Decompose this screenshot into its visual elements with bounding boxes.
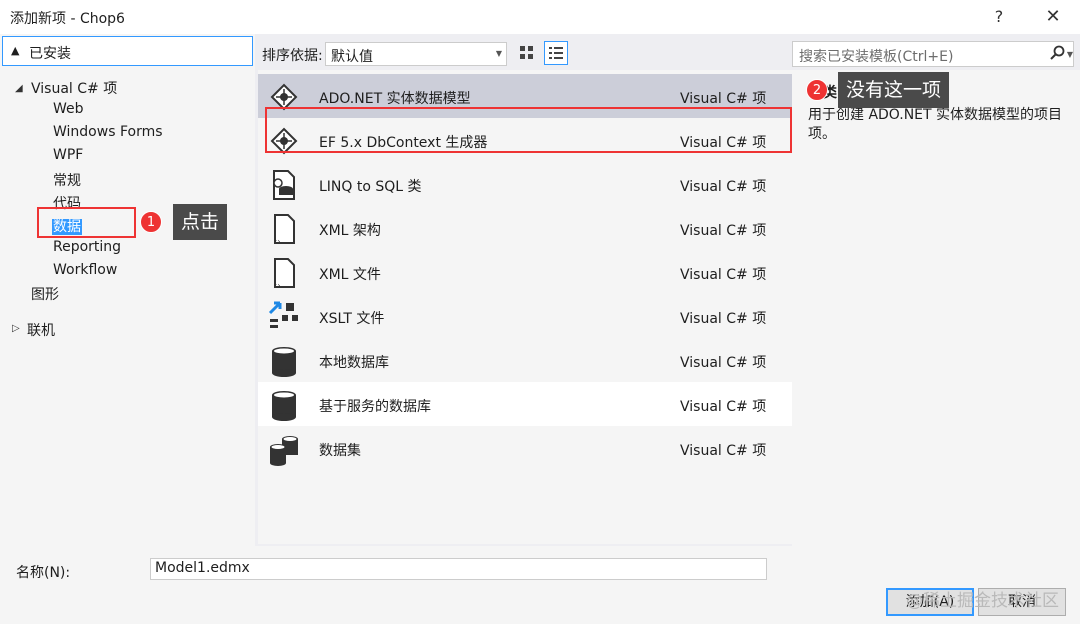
template-name: 基于服务的数据库 [319,399,431,415]
tree-item-visual-csharp[interactable]: Visual C# 项 [31,78,117,98]
template-name: 数据集 [319,443,361,459]
template-type: Visual C# 项 [680,311,767,327]
chevron-down-icon: ▼ [495,49,502,58]
window-title: 添加新项 - Chop6 [10,11,125,27]
tree-item-windows-forms[interactable]: Windows Forms [53,124,163,140]
step-badge-1: 1 [140,211,162,233]
svg-text:‹›: ‹› [274,237,280,246]
help-button[interactable]: ? [986,4,1012,30]
database-icon [272,391,296,421]
template-type: Visual C# 项 [680,355,767,371]
watermark: @稀土掘金技术社区 [906,591,1059,611]
details-pane: 类 用于创建 ADO.NET 实体数据模型的项目项。 [792,70,1080,546]
template-name: ADO.NET 实体数据模型 [319,91,471,107]
tree-item-general[interactable]: 常规 [53,170,81,190]
list-item[interactable]: LINQ to SQL 类 Visual C# 项 [258,162,792,206]
template-name: XML 架构 [319,223,381,239]
category-tree: ▲ 已安装 ◢ Visual C# 项 Web Windows Forms WP… [0,34,255,546]
template-type: Visual C# 项 [680,443,767,459]
xml-file-icon: ‹› [274,214,295,246]
list-item[interactable]: 数据集 Visual C# 项 [258,426,792,470]
tree-item-graphics[interactable]: 图形 [31,284,59,304]
grid-view-button[interactable] [515,41,539,65]
search-icon [1049,45,1065,65]
xslt-icon [268,301,298,328]
tree-item-wpf[interactable]: WPF [53,147,83,163]
database-icon [272,347,296,377]
list-view-icon [549,47,563,59]
tree-item-online[interactable]: 联机 [27,320,55,340]
sort-dropdown[interactable]: 默认值 ▼ [325,42,507,66]
dataset-icon [270,436,298,466]
bottom-bar: 名称(N): Model1.edmx 添加(A) 取消 @稀土掘金技术社区 [0,546,1080,624]
list-item[interactable]: ‹› XML 文件 Visual C# 项 [258,250,792,294]
list-item[interactable]: XSLT 文件 Visual C# 项 [258,294,792,338]
template-name: XML 文件 [319,267,381,283]
template-description: 用于创建 ADO.NET 实体数据模型的项目项。 [808,107,1063,142]
linq-icon [273,170,295,200]
list-view-button[interactable] [544,41,568,65]
installed-label: 已安装 [29,46,71,62]
template-name: XSLT 文件 [319,311,385,327]
list-item[interactable]: 基于服务的数据库 Visual C# 项 [258,382,792,426]
grid-view-icon [520,46,533,59]
close-button[interactable]: ✕ [1040,4,1066,30]
sort-label: 排序依据: [262,48,323,64]
installed-header[interactable]: ▲ 已安装 [2,36,253,66]
highlight-box-data [37,207,136,238]
dialog-body: ▲ 已安装 ◢ Visual C# 项 Web Windows Forms WP… [0,34,1080,546]
xml-file-icon: ‹› [274,258,295,290]
svg-text:‹›: ‹› [274,281,280,290]
step-badge-2: 2 [806,79,828,101]
collapse-arrow-icon[interactable]: ◢ [15,83,23,94]
search-placeholder: 搜索已安装模板(Ctrl+E) [799,49,954,65]
template-type: Visual C# 项 [680,399,767,415]
toolbar: 排序依据: 默认值 ▼ 搜索已安装模板(Ctrl+E) ▼ [255,34,1080,70]
callout-click: 点击 [173,204,228,240]
template-type: Visual C# 项 [680,223,767,239]
highlight-box-ado-net [265,107,792,153]
sort-value: 默认值 [331,49,373,65]
template-type: Visual C# 项 [680,179,767,195]
title-bar: 添加新项 - Chop6 ? ✕ [0,0,1080,34]
list-item[interactable]: ‹› XML 架构 Visual C# 项 [258,206,792,250]
chevron-down-icon: ▼ [1066,50,1073,59]
search-input[interactable]: 搜索已安装模板(Ctrl+E) ▼ [792,41,1074,67]
tree-item-workflow[interactable]: Workflow [53,262,117,278]
template-name: 本地数据库 [319,355,389,371]
list-item[interactable]: 本地数据库 Visual C# 项 [258,338,792,382]
tree-item-reporting[interactable]: Reporting [53,239,121,255]
expand-arrow-icon: ▲ [11,44,20,57]
expand-arrow-icon[interactable]: ▷ [12,323,20,334]
callout-missing-item: 没有这一项 [838,72,950,108]
name-field[interactable]: Model1.edmx [150,558,767,580]
template-type: Visual C# 项 [680,267,767,283]
name-label: 名称(N): [16,565,71,581]
template-type: Visual C# 项 [680,91,767,107]
template-name: LINQ to SQL 类 [319,179,422,195]
tree-item-web[interactable]: Web [53,101,84,117]
